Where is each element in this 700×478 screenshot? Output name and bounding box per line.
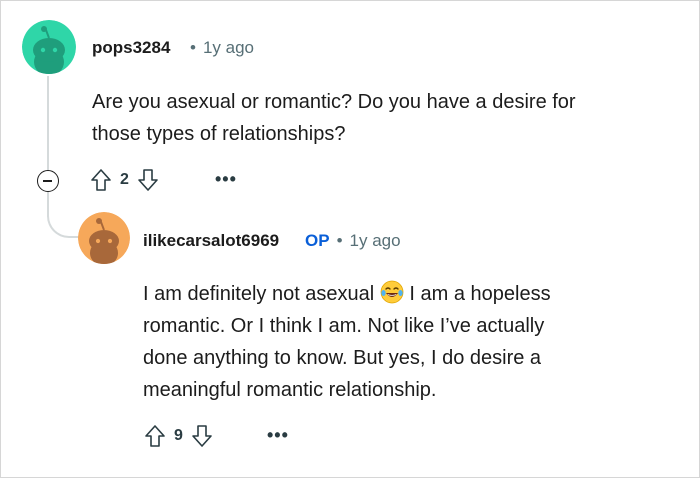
snoo-avatar-icon (22, 20, 76, 74)
comment-timestamp[interactable]: 1y ago (203, 38, 254, 57)
vote-count: 2 (120, 171, 129, 188)
laughing-tears-emoji-icon (380, 280, 404, 304)
vote-count: 9 (174, 427, 183, 444)
comment-body-line: Are you asexual or romantic? Do you have… (92, 91, 576, 113)
downvote-icon[interactable] (191, 424, 213, 448)
comment-body-line: romantic. Or I think I am. Not like I’ve… (143, 315, 545, 337)
meta-separator: • (190, 38, 196, 57)
thread-line[interactable] (47, 76, 49, 170)
comment-body-line: I am definitely not asexual I am a hopel… (143, 278, 551, 310)
vote-bar: 9 (144, 424, 213, 448)
comment-body-segment: I am definitely not asexual (143, 283, 375, 305)
comment-body-segment: I am a hopeless (409, 283, 551, 305)
collapse-thread-button[interactable] (37, 170, 59, 192)
more-options-button[interactable]: ••• (267, 425, 289, 446)
comment-author[interactable]: ilikecarsalot6969 (143, 231, 279, 251)
user-avatar[interactable] (78, 212, 130, 264)
comment-meta: • 1y ago (183, 38, 254, 58)
downvote-icon[interactable] (137, 168, 159, 192)
comment-body-line: those types of relationships? (92, 123, 346, 145)
user-avatar[interactable] (22, 20, 76, 74)
comment-body-line: meaningful romantic relationship. (143, 379, 437, 401)
meta-separator: • (336, 231, 343, 250)
more-options-button[interactable]: ••• (215, 169, 237, 190)
snoo-avatar-icon (78, 212, 130, 264)
comment-timestamp[interactable]: 1y ago (350, 231, 401, 250)
comment-meta: OP • 1y ago (305, 231, 401, 251)
op-badge: OP (305, 231, 330, 250)
comment-author[interactable]: pops3284 (92, 38, 170, 58)
vote-bar: 2 (90, 168, 159, 192)
upvote-icon[interactable] (144, 424, 166, 448)
comment-body-line: done anything to know. But yes, I do des… (143, 347, 542, 369)
upvote-icon[interactable] (90, 168, 112, 192)
comment-body: I am definitely not asexual I am a hopel… (143, 278, 551, 406)
comment-body: Are you asexual or romantic? Do you have… (92, 86, 576, 150)
